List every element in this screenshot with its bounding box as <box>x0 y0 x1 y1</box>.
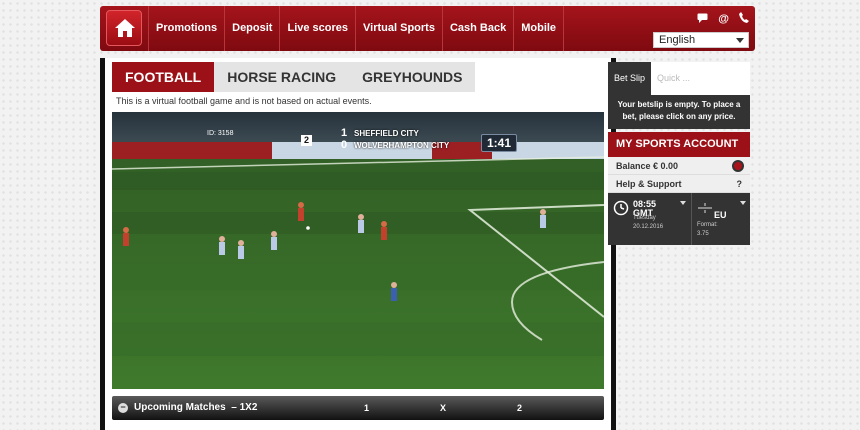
chevron-down-icon <box>680 201 686 205</box>
time-format-widget: 08:55 GMT Tuesday 20.12.2016 EU Format: … <box>608 193 750 245</box>
chevron-down-icon <box>740 201 746 205</box>
tab-quick-bet[interactable]: Quick ... <box>651 62 696 95</box>
clock-icon <box>613 200 629 216</box>
tab-football[interactable]: FOOTBALL <box>112 62 215 92</box>
home-score: 1 <box>340 127 348 139</box>
odds-format-label: Format: <box>697 222 718 228</box>
sport-tabs: FOOTBALL HORSE RACING GREYHOUNDS <box>112 62 476 92</box>
language-value: English <box>659 34 696 46</box>
nav-virtual-sports[interactable]: Virtual Sports <box>355 6 442 51</box>
chat-icon[interactable] <box>697 13 708 26</box>
scoreboard: 1 SHEFFIELD CITY 0 WOLVERHAMPTON CITY <box>295 127 449 151</box>
home-icon <box>115 19 135 37</box>
pitch-scene <box>112 112 604 389</box>
upcoming-market: – 1X2 <box>231 402 258 413</box>
top-nav-bar: Promotions Deposit Live scores Virtual S… <box>100 6 755 51</box>
email-icon[interactable]: @ <box>718 13 729 25</box>
home-button[interactable] <box>106 10 142 46</box>
top-right-tools: @ English <box>653 11 749 48</box>
main-panel: FOOTBALL HORSE RACING GREYHOUNDS This is… <box>100 58 616 430</box>
odds-format-selector[interactable]: EU Format: 3.75 <box>692 193 750 245</box>
help-icon: ? <box>736 179 743 189</box>
time-zone-selector[interactable]: 08:55 GMT Tuesday 20.12.2016 <box>608 193 692 245</box>
match-video[interactable]: ID: 3158 2 1 SHEFFIELD CITY 0 WOLVERHAMP… <box>112 112 604 389</box>
main-nav: Promotions Deposit Live scores Virtual S… <box>148 6 565 51</box>
balance-row: Balance € 0.00 <box>608 157 750 175</box>
refresh-balance-icon[interactable] <box>732 160 744 172</box>
upcoming-matches-bar[interactable]: − Upcoming Matches – 1X2 1 X 2 <box>112 396 604 420</box>
current-day: Tuesday <box>633 215 656 221</box>
tab-bet-slip[interactable]: Bet Slip <box>608 62 652 95</box>
col-draw: X <box>440 403 447 413</box>
tab-greyhounds[interactable]: GREYHOUNDS <box>349 62 476 92</box>
chevron-down-icon <box>736 38 744 43</box>
away-team: WOLVERHAMPTON CITY <box>354 140 450 150</box>
nav-cash-back[interactable]: Cash Back <box>441 6 513 51</box>
nav-live-scores[interactable]: Live scores <box>279 6 355 51</box>
upcoming-title-text: Upcoming Matches <box>134 402 226 413</box>
nav-promotions[interactable]: Promotions <box>148 6 224 51</box>
col-away: 2 <box>517 403 523 413</box>
phone-icon[interactable] <box>739 12 749 26</box>
odds-format-value: 3.75 <box>697 231 709 237</box>
odds-format: EU <box>714 210 727 220</box>
match-id: ID: 3158 <box>207 130 234 137</box>
match-clock: 1:41 <box>481 134 517 152</box>
nav-mobile[interactable]: Mobile <box>513 6 565 51</box>
home-team: SHEFFIELD CITY <box>354 128 419 138</box>
help-text: Help & Support <box>616 179 682 189</box>
account-title: MY SPORTS ACCOUNT <box>608 132 750 157</box>
col-home: 1 <box>364 403 370 413</box>
tab-horse-racing[interactable]: HORSE RACING <box>214 62 350 92</box>
nav-deposit[interactable]: Deposit <box>224 6 279 51</box>
betslip-empty-message: Your betslip is empty. To place a bet, p… <box>608 95 750 129</box>
help-support-link[interactable]: Help & Support ? <box>608 175 750 193</box>
betslip-tabs: Bet Slip Quick ... <box>608 62 750 95</box>
language-select[interactable]: English <box>653 32 749 48</box>
virtual-notice: This is a virtual football game and is n… <box>116 96 372 106</box>
upcoming-title: Upcoming Matches – 1X2 <box>134 402 257 413</box>
balance-text: Balance € 0.00 <box>616 161 679 171</box>
odds-format-icon <box>698 203 712 213</box>
away-score: 0 <box>340 139 348 151</box>
collapse-icon[interactable]: − <box>118 403 128 413</box>
current-date: 20.12.2016 <box>633 224 664 230</box>
right-sidebar: Bet Slip Quick ... Your betslip is empty… <box>608 62 750 245</box>
